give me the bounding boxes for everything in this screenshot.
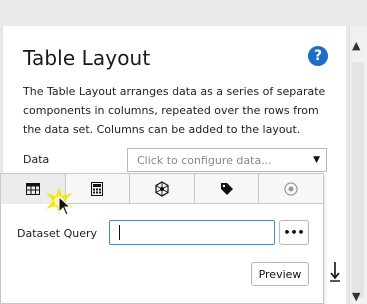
- radio-circle-icon: [284, 181, 298, 196]
- preview-button[interactable]: Preview: [251, 262, 309, 286]
- scrollbar-thumb[interactable]: [352, 62, 364, 298]
- tag-icon: [220, 182, 233, 195]
- ellipsis-button[interactable]: •••: [279, 220, 309, 245]
- help-icon[interactable]: ?: [308, 46, 328, 66]
- chevron-down-icon: ▼: [313, 155, 320, 165]
- tab-radio[interactable]: [259, 174, 323, 204]
- calculator-icon: [91, 181, 104, 196]
- tab-tag[interactable]: [194, 174, 260, 204]
- text-caret: [119, 225, 120, 240]
- tab-network[interactable]: [130, 174, 195, 204]
- mouse-pointer-icon: [58, 196, 72, 216]
- data-select[interactable]: Click to configure data... ▼: [127, 148, 327, 172]
- panel-description: The Table Layout arranges data as a seri…: [23, 85, 326, 136]
- table-grid-icon: [25, 182, 40, 195]
- dataset-query-input[interactable]: [109, 220, 275, 245]
- dataset-query-label: Dataset Query: [17, 227, 98, 240]
- tab-calculator[interactable]: [65, 174, 131, 204]
- panel-title: Table Layout: [23, 46, 151, 70]
- scroll-up-arrow-icon[interactable]: ▲: [352, 39, 360, 52]
- arrow-down-icon[interactable]: [329, 260, 341, 282]
- data-label: Data: [23, 153, 50, 166]
- scroll-down-arrow-icon[interactable]: ▼: [352, 290, 360, 303]
- data-select-placeholder: Click to configure data...: [137, 154, 272, 167]
- network-hexagon-icon: [155, 180, 169, 197]
